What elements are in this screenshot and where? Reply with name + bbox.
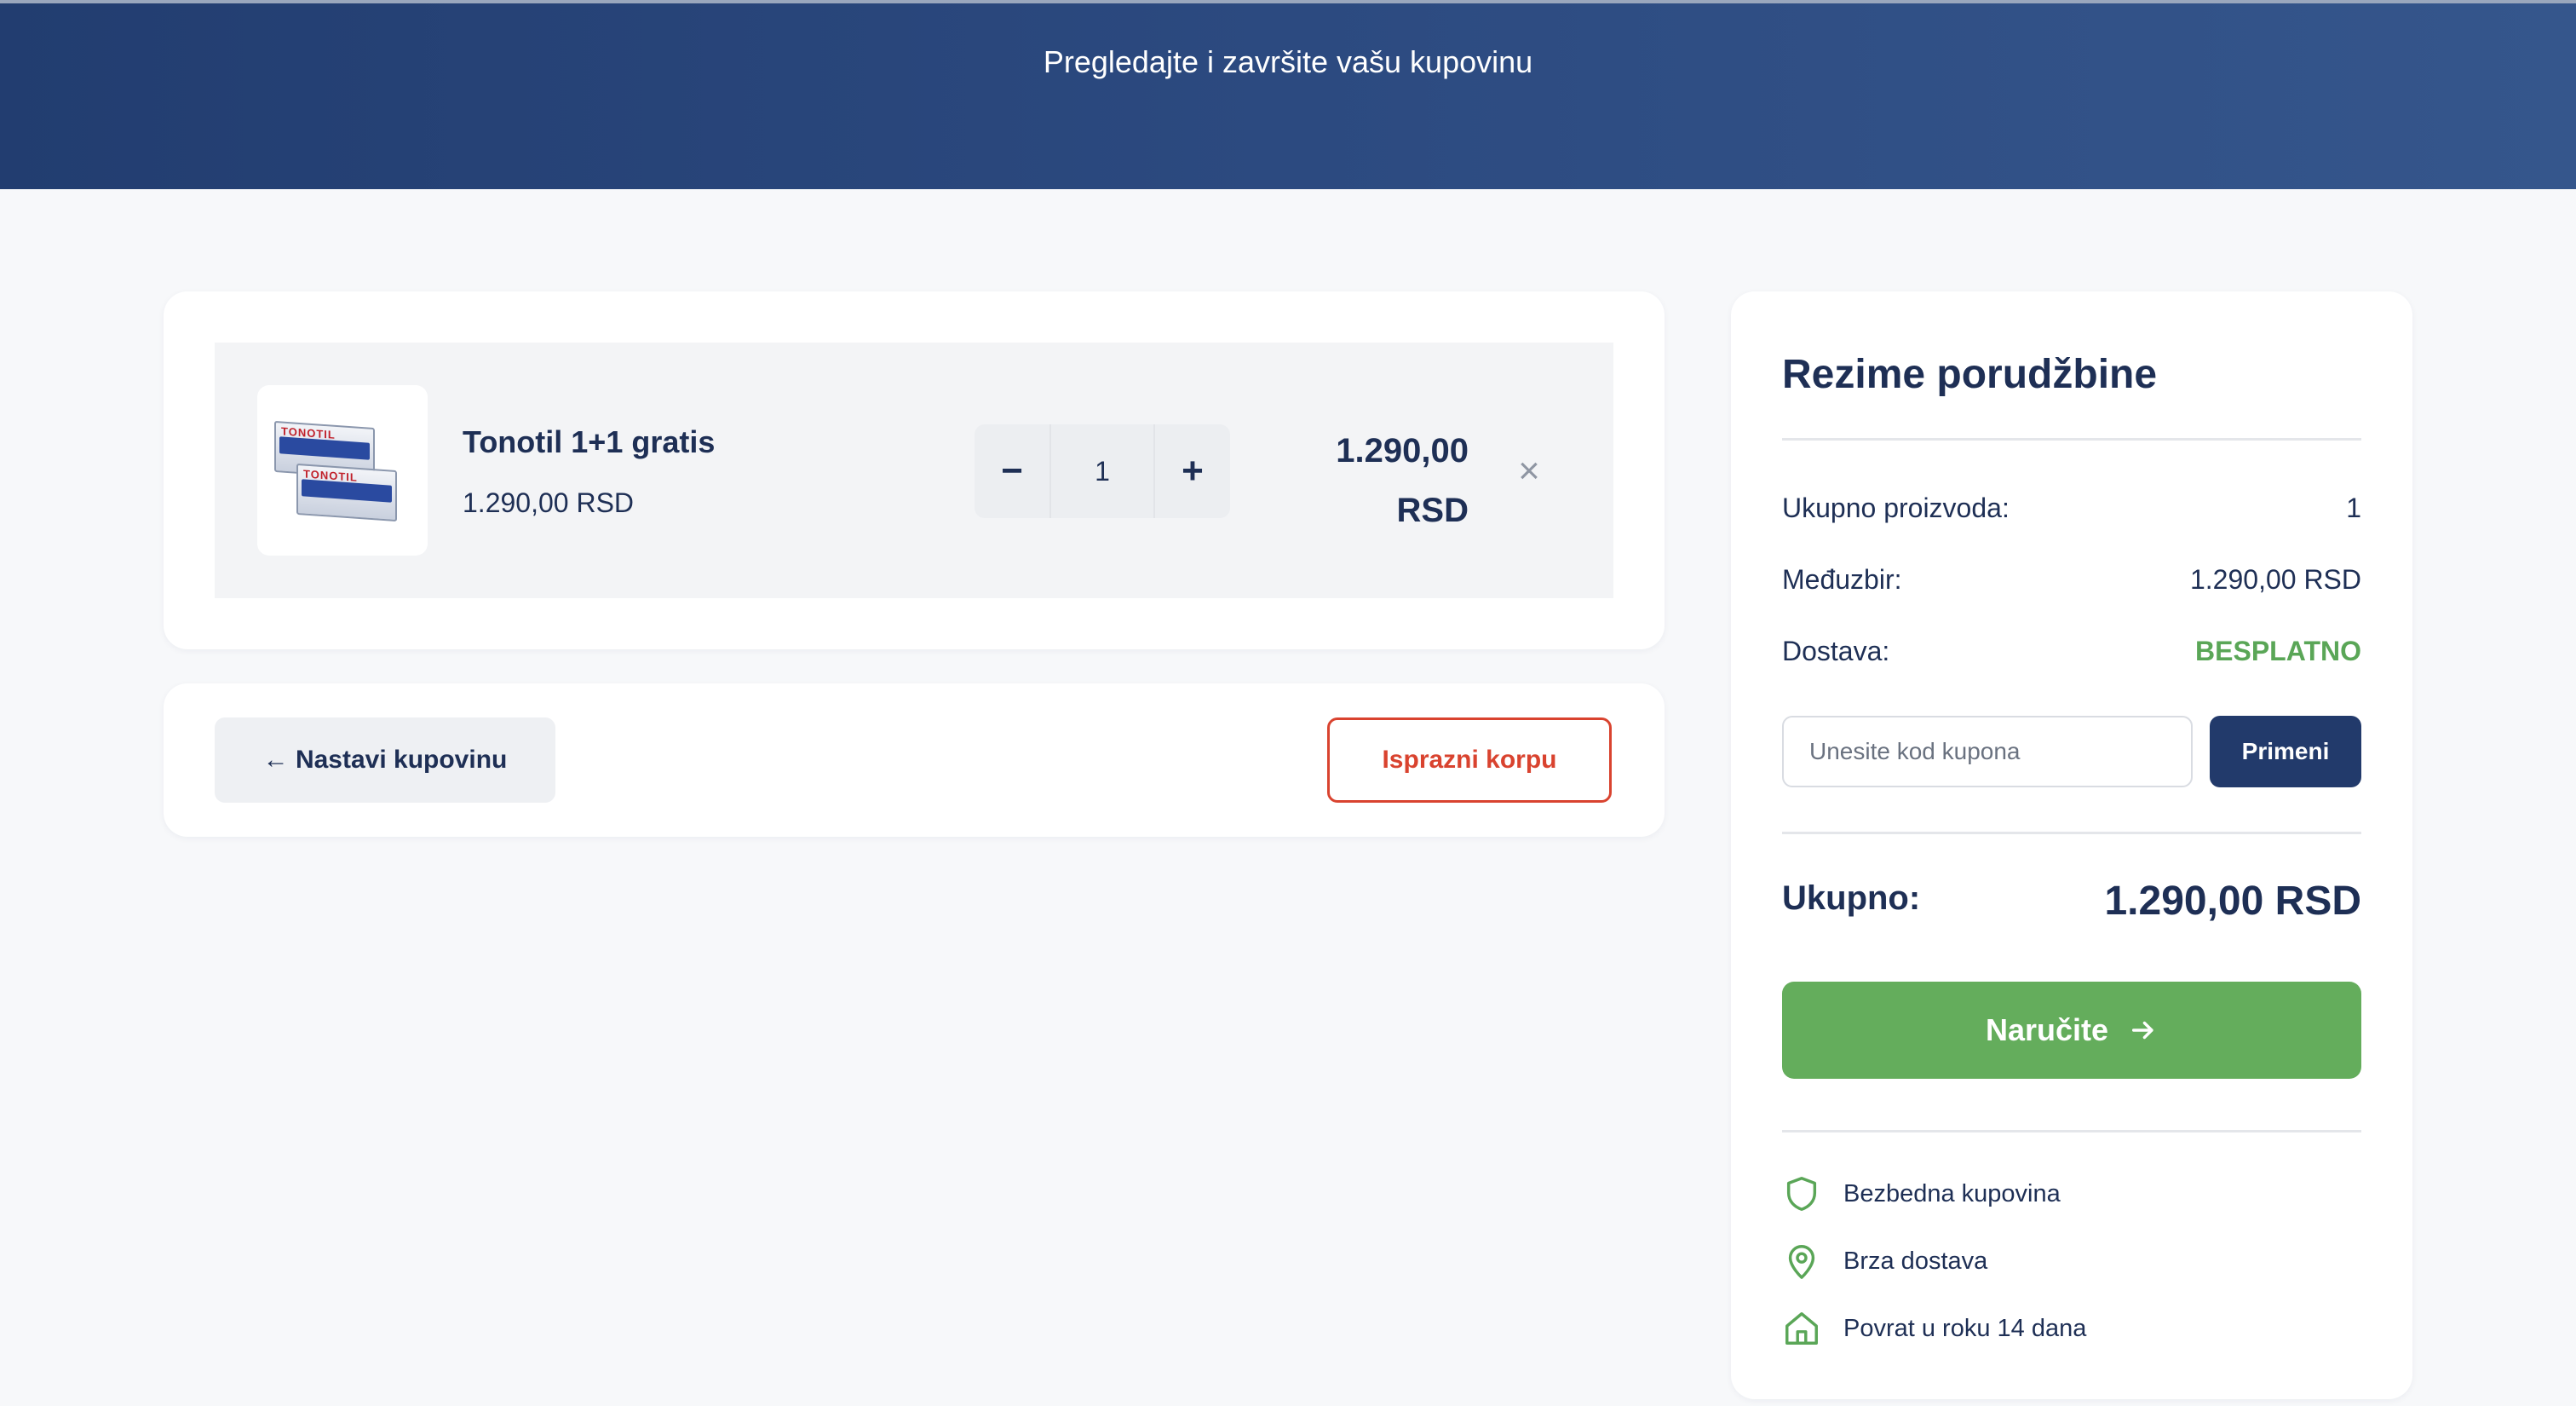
product-package-stripe [279,436,370,460]
remove-item-icon[interactable]: × [1508,452,1550,494]
shield-icon [1786,1177,1817,1211]
page-header: Pregledajte i završite vašu kupovinu [0,0,2576,189]
decrease-quantity-button[interactable]: − [975,424,1049,518]
summary-title: Rezime porudžbine [1782,352,2158,397]
feature-label: Bezbedna kupovina [1843,1179,2061,1207]
feature-fast-delivery: Brza dostava [1782,1242,1987,1281]
place-order-button[interactable]: Naručite [1782,982,2361,1079]
product-package-stripe [302,479,392,503]
line-total-amount: 1.290,00 [1336,432,1469,470]
home-icon [1785,1312,1818,1345]
line-total: 1.290,00 RSD [1281,421,1469,540]
total-label: Ukupno: [1782,879,1921,917]
subtotal-label: Međuzbir: [1782,564,1902,595]
map-pin-icon [1788,1245,1815,1279]
cart-actions-card: ← Nastavi kupovinu Isprazni korpu [164,683,1665,837]
divider [1782,438,2361,441]
divider [1782,832,2361,834]
empty-cart-button[interactable]: Isprazni korpu [1327,717,1612,803]
shipping-label: Dostava: [1782,636,1890,666]
coupon-input[interactable] [1782,716,2193,787]
feature-label: Brza dostava [1843,1247,1988,1275]
product-package-front: TONOTIL [296,463,397,522]
cart-item: TONOTIL TONOTIL Tonotil 1+1 gratis 1.290… [215,343,1613,598]
feature-secure-purchase: Bezbedna kupovina [1782,1174,2061,1213]
summary-row-shipping: Dostava: BESPLATNO [1782,636,2361,667]
arrow-right-icon [2131,1021,2153,1040]
feature-label: Povrat u roku 14 dana [1843,1314,2087,1342]
increase-quantity-button[interactable]: + [1155,424,1230,518]
feature-returns: Povrat u roku 14 dana [1782,1309,2086,1348]
continue-shopping-button[interactable]: ← Nastavi kupovinu [215,717,555,803]
apply-coupon-button[interactable]: Primeni [2210,716,2361,787]
quantity-value[interactable]: 1 [1049,424,1155,518]
place-order-label: Naručite [1985,1012,2109,1047]
summary-row-subtotal: Međuzbir: 1.290,00 RSD [1782,564,2361,596]
subtotal-value: 1.290,00 RSD [2189,564,2361,595]
product-unit-price: 1.290,00 RSD [463,487,635,518]
total-value: 1.290,00 RSD [2104,879,2361,924]
quantity-stepper: − 1 + [975,424,1230,518]
shipping-value: BESPLATNO [2195,636,2361,666]
cart-card: TONOTIL TONOTIL Tonotil 1+1 gratis 1.290… [164,291,1665,649]
summary-row-products: Ukupno proizvoda: 1 [1782,493,2361,524]
page-title: Pregledajte i završite vašu kupovinu [1043,44,1533,79]
products-count-value: 1 [2346,493,2361,523]
divider [1782,1130,2361,1132]
product-image[interactable]: TONOTIL TONOTIL [257,385,428,556]
product-name[interactable]: Tonotil 1+1 gratis [463,424,715,460]
products-count-label: Ukupno proizvoda: [1782,493,2010,523]
order-summary-card: Rezime porudžbine Ukupno proizvoda: 1 Me… [1731,291,2412,1399]
line-total-currency: RSD [1396,492,1469,529]
